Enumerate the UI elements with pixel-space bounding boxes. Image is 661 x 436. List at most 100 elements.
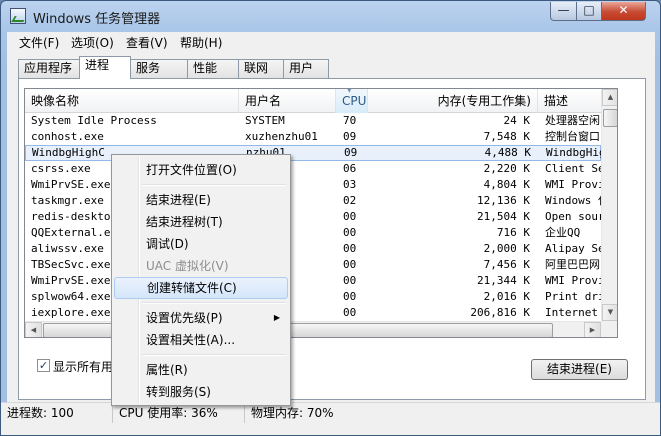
cell-cpu: 00 <box>343 242 357 255</box>
cell-cpu: 06 <box>343 162 357 175</box>
cell-desc: 控制台窗口 <box>545 130 600 143</box>
menu-separator <box>142 184 286 186</box>
status-bar: 进程数: 100 CPU 使用率: 36% 物理内存: 70% <box>1 402 660 435</box>
context-menu-item[interactable]: 设置优先级(P) ▶ <box>114 307 288 329</box>
column-cpu[interactable]: ▼ CPU <box>336 89 368 113</box>
cell-name: System Idle Process <box>31 114 157 127</box>
column-image-name[interactable]: 映像名称 <box>25 89 239 113</box>
tab-services[interactable]: 服务 <box>130 59 188 78</box>
context-menu-item[interactable]: 转到服务(S) <box>114 381 288 403</box>
context-menu-item[interactable]: 结束进程(E) <box>114 189 288 211</box>
cell-cpu: 09 <box>344 146 358 159</box>
tab-processes[interactable]: 进程 <box>79 56 131 79</box>
scroll-up-icon[interactable]: ▲ <box>602 89 617 106</box>
menu-separator <box>142 354 286 356</box>
table-row[interactable]: System Idle Process SYSTEM 70 24 K 处理器空闲 <box>25 113 601 129</box>
cell-mem: 7,548 K <box>483 130 530 143</box>
submenu-arrow-icon: ▶ <box>273 313 280 322</box>
cell-desc: Open sour <box>545 210 601 223</box>
cell-mem: 716 K <box>496 226 530 239</box>
window-title: Windows 任务管理器 <box>33 12 161 27</box>
context-menu-item[interactable]: 打开文件位置(O) <box>114 159 288 181</box>
scroll-right-icon[interactable]: ▶ <box>584 322 601 337</box>
status-process-count: 进程数: 100 <box>1 403 113 423</box>
cell-cpu: 09 <box>343 130 357 143</box>
cell-cpu: 02 <box>343 194 357 207</box>
cell-desc: WMI Provi <box>545 274 601 287</box>
cell-desc: 阿里巴巴网 <box>545 258 600 271</box>
cell-cpu: 00 <box>343 210 357 223</box>
context-menu-item-label: 创建转储文件(C) <box>147 281 237 295</box>
table-row[interactable]: conhost.exe xuzhenzhu01 09 7,548 K 控制台窗口 <box>25 129 601 145</box>
cell-cpu: 00 <box>343 274 357 287</box>
cell-cpu: 00 <box>343 306 357 319</box>
cell-desc: Internet <box>545 306 598 319</box>
cell-desc: Client Se <box>545 162 601 175</box>
cell-desc: 处理器空闲 <box>545 114 600 127</box>
context-menu-item-label: 转到服务(S) <box>146 385 211 399</box>
show-all-label: 显示所有用 <box>53 360 114 374</box>
context-menu-item[interactable]: 属性(R) <box>114 359 288 381</box>
context-menu-item-label: 设置优先级(P) <box>146 311 223 325</box>
context-menu-item-label: 属性(R) <box>146 363 188 377</box>
cell-cpu: 00 <box>343 290 357 303</box>
tab-applications[interactable]: 应用程序 <box>18 59 80 78</box>
column-memory[interactable]: 内存(专用工作集) <box>368 89 538 113</box>
cell-mem: 2,016 K <box>483 290 530 303</box>
maximize-button[interactable]: □ <box>576 2 602 21</box>
vertical-scroll-thumb[interactable] <box>603 109 617 127</box>
cell-mem: 21,504 K <box>477 210 530 223</box>
context-menu-item-label: 结束进程树(T) <box>146 215 223 229</box>
cell-user: SYSTEM <box>245 114 285 127</box>
cell-mem: 2,000 K <box>483 242 530 255</box>
cell-cpu: 03 <box>343 178 357 191</box>
menu-help[interactable]: 帮助(H) <box>180 34 222 51</box>
cell-mem: 4,804 K <box>483 178 530 191</box>
cell-mem: 12,136 K <box>477 194 530 207</box>
cell-name: conhost.exe <box>31 130 104 143</box>
status-cpu-usage: CPU 使用率: 36% <box>113 403 245 423</box>
context-menu-item-label: 设置相关性(A)... <box>146 333 236 347</box>
context-menu-item[interactable]: 结束进程树(T) <box>114 211 288 233</box>
show-all-checkbox[interactable]: ✓ <box>37 359 50 372</box>
context-menu-item-label: 结束进程(E) <box>146 193 211 207</box>
title-bar[interactable]: Windows 任务管理器 — □ ✕ <box>1 1 660 31</box>
cell-desc: 企业QQ <box>545 226 581 239</box>
sort-descending-icon: ▼ <box>347 88 352 94</box>
context-menu-item[interactable]: 设置相关性(A)... <box>114 329 288 351</box>
context-menu-item: UAC 虚拟化(V) <box>114 255 288 277</box>
main-content: 应用程序 进程 服务 性能 联网 用户 映像名称 用户名 ▼ CPU 内存(专用… <box>7 52 655 402</box>
cell-desc: Print dri <box>545 290 601 303</box>
cell-cpu: 00 <box>343 258 357 271</box>
cell-mem: 2,220 K <box>483 162 530 175</box>
cell-desc: Windows 任 <box>545 194 601 207</box>
end-process-button[interactable]: 结束进程(E) <box>531 359 628 380</box>
context-menu-item-label: 调试(D) <box>146 237 189 251</box>
column-cpu-label: CPU <box>342 94 367 108</box>
column-user-name[interactable]: 用户名 <box>239 89 336 113</box>
list-header: 映像名称 用户名 ▼ CPU 内存(专用工作集) 描述 <box>25 89 617 113</box>
menu-view[interactable]: 查看(V) <box>126 34 168 51</box>
tab-performance[interactable]: 性能 <box>187 59 239 78</box>
context-menu-item[interactable]: 调试(D) <box>114 233 288 255</box>
process-context-menu: 打开文件位置(O) 结束进程(E) 结束进程树(T) 调试(D) UAC 虚拟化(V) 创… <box>111 154 291 406</box>
menu-file[interactable]: 文件(F) <box>19 34 59 51</box>
close-button[interactable]: ✕ <box>601 2 646 21</box>
scroll-corner <box>601 321 617 337</box>
cell-cpu: 00 <box>343 226 357 239</box>
menu-options[interactable]: 选项(O) <box>71 34 114 51</box>
tab-networking[interactable]: 联网 <box>238 59 284 78</box>
minimize-button[interactable]: — <box>550 2 577 21</box>
scroll-down-icon[interactable]: ▼ <box>602 304 617 321</box>
cell-desc: WMI Provi <box>545 178 601 191</box>
cell-mem: 24 K <box>503 114 531 127</box>
status-physical-memory: 物理内存: 70% <box>251 406 334 420</box>
context-menu-item[interactable]: 创建转储文件(C) <box>114 277 288 299</box>
cell-mem: 21,344 K <box>477 274 530 287</box>
cell-desc: Alipay Se <box>545 242 601 255</box>
cell-mem: 206,816 K <box>470 306 530 319</box>
vertical-scrollbar[interactable]: ▲ ▼ <box>601 89 617 321</box>
cell-mem: 7,456 K <box>483 258 530 271</box>
tab-users[interactable]: 用户 <box>283 59 329 78</box>
scroll-left-icon[interactable]: ◀ <box>25 322 42 337</box>
